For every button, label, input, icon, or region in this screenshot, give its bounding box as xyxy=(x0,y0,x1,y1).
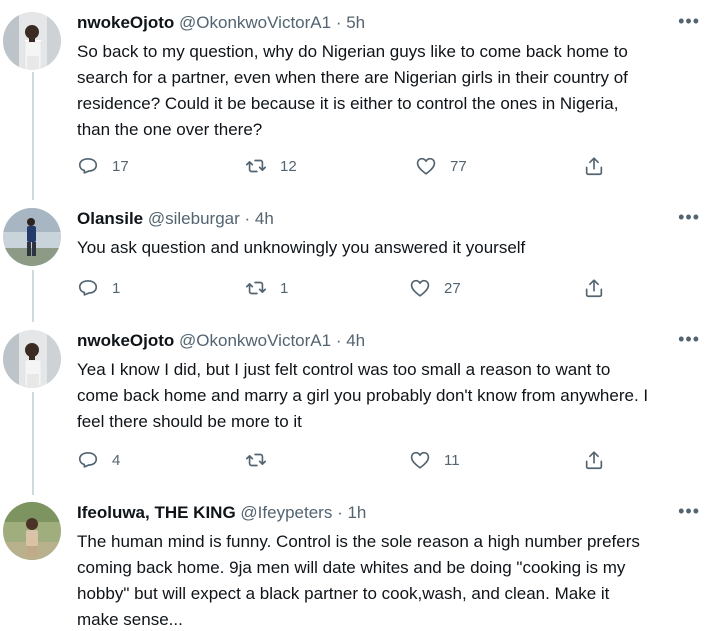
separator-dot: · xyxy=(335,13,342,32)
reply-button[interactable]: 4 xyxy=(77,448,120,472)
more-horizontal-icon[interactable]: ••• xyxy=(678,12,700,30)
reply-count: 17 xyxy=(112,157,129,175)
tweet-text: The human mind is funny. Control is the … xyxy=(77,529,702,631)
like-button[interactable]: 11 xyxy=(409,448,460,472)
reply-count: 1 xyxy=(112,279,121,297)
tweet-text: Yea I know I did, but I just felt contro… xyxy=(77,357,702,435)
like-count: 77 xyxy=(450,157,467,175)
tweet-text-line: search for a partner, even when there ar… xyxy=(77,68,628,87)
like-icon xyxy=(410,451,430,469)
separator-dot: · xyxy=(335,331,342,350)
share-button[interactable] xyxy=(583,448,605,472)
tweet-text-line: So back to my question, why do Nigerian … xyxy=(77,42,628,61)
share-icon xyxy=(585,157,603,176)
tweet-actions: 1 1 27 xyxy=(77,276,617,300)
tweet-text-line: than the one over there? xyxy=(77,120,263,139)
tweet-header: nwokeOjoto @OkonkwoVictorA1 · 4h xyxy=(77,330,365,352)
like-button[interactable]: 77 xyxy=(415,154,467,178)
reply-icon xyxy=(78,280,98,296)
separator-dot: · xyxy=(244,209,251,228)
like-count: 27 xyxy=(444,279,461,297)
tweet-text-line: hobby" but will expect a black partner t… xyxy=(77,584,610,603)
like-count: 11 xyxy=(444,451,460,469)
user-handle[interactable]: @Ifeypeters xyxy=(240,503,332,522)
tweet[interactable]: nwokeOjoto @OkonkwoVictorA1 · 4h ••• Yea… xyxy=(0,330,712,480)
retweet-button[interactable]: 1 xyxy=(245,276,288,300)
display-name[interactable]: nwokeOjoto xyxy=(77,13,174,32)
share-button[interactable] xyxy=(583,276,605,300)
reply-icon xyxy=(78,452,98,468)
like-icon xyxy=(410,279,430,297)
display-name[interactable]: Ifeoluwa, THE KING xyxy=(77,503,236,522)
display-name[interactable]: Olansile xyxy=(77,209,143,228)
tweet-text-line: residence? Could it be because it is eit… xyxy=(77,94,619,113)
share-button[interactable] xyxy=(583,154,605,178)
tweet-text-line: Yea I know I did, but I just felt contro… xyxy=(77,360,611,379)
user-handle[interactable]: @sileburgar xyxy=(148,209,240,228)
timestamp[interactable]: 4h xyxy=(255,209,274,228)
tweet-text-line: come back home and marry a girl you prob… xyxy=(77,386,649,405)
like-button[interactable]: 27 xyxy=(409,276,461,300)
tweet-text: So back to my question, why do Nigerian … xyxy=(77,39,702,143)
retweet-icon xyxy=(246,453,266,467)
user-handle[interactable]: @OkonkwoVictorA1 xyxy=(179,331,331,350)
retweet-count: 12 xyxy=(280,157,297,175)
avatar[interactable] xyxy=(3,12,61,70)
display-name[interactable]: nwokeOjoto xyxy=(77,331,174,350)
tweet-text-line: coming back home. 9ja men will date whit… xyxy=(77,558,626,577)
timestamp[interactable]: 5h xyxy=(346,13,365,32)
reply-button[interactable]: 17 xyxy=(77,154,129,178)
tweet-actions: 17 12 77 xyxy=(77,154,617,178)
tweet-text-line: feel there should be more to it xyxy=(77,412,302,431)
more-horizontal-icon[interactable]: ••• xyxy=(678,502,700,520)
reply-count: 4 xyxy=(112,451,121,469)
tweet-header: Olansile @sileburgar · 4h xyxy=(77,208,274,230)
timestamp[interactable]: 4h xyxy=(346,331,365,350)
more-horizontal-icon[interactable]: ••• xyxy=(678,208,700,226)
avatar[interactable] xyxy=(3,502,61,560)
retweet-icon xyxy=(246,281,266,295)
more-horizontal-icon[interactable]: ••• xyxy=(678,330,700,348)
like-icon xyxy=(416,157,436,175)
tweet[interactable]: Olansile @sileburgar · 4h ••• You ask qu… xyxy=(0,208,712,308)
retweet-icon xyxy=(246,159,266,173)
avatar[interactable] xyxy=(3,330,61,388)
tweet-text-line: The human mind is funny. Control is the … xyxy=(77,532,640,551)
tweet-text-line: make sense... xyxy=(77,610,183,629)
timestamp[interactable]: 1h xyxy=(347,503,366,522)
avatar[interactable] xyxy=(3,208,61,266)
share-icon xyxy=(585,279,603,298)
retweet-count: 1 xyxy=(280,279,289,297)
reply-icon xyxy=(78,158,98,174)
tweet[interactable]: nwokeOjoto @OkonkwoVictorA1 · 5h ••• So … xyxy=(0,12,712,192)
retweet-button[interactable]: 12 xyxy=(245,154,297,178)
share-icon xyxy=(585,451,603,470)
user-handle[interactable]: @OkonkwoVictorA1 xyxy=(179,13,331,32)
retweet-button[interactable] xyxy=(245,448,280,472)
tweet-text-line: You ask question and unknowingly you ans… xyxy=(77,238,526,257)
tweet-text: You ask question and unknowingly you ans… xyxy=(77,235,702,261)
reply-button[interactable]: 1 xyxy=(77,276,120,300)
tweet-actions: 4 11 xyxy=(77,448,617,472)
tweet-header: nwokeOjoto @OkonkwoVictorA1 · 5h xyxy=(77,12,365,34)
separator-dot: · xyxy=(337,503,343,522)
tweet-header: Ifeoluwa, THE KING @Ifeypeters · 1h xyxy=(77,502,366,524)
tweet[interactable]: Ifeoluwa, THE KING @Ifeypeters · 1h ••• … xyxy=(0,502,712,631)
